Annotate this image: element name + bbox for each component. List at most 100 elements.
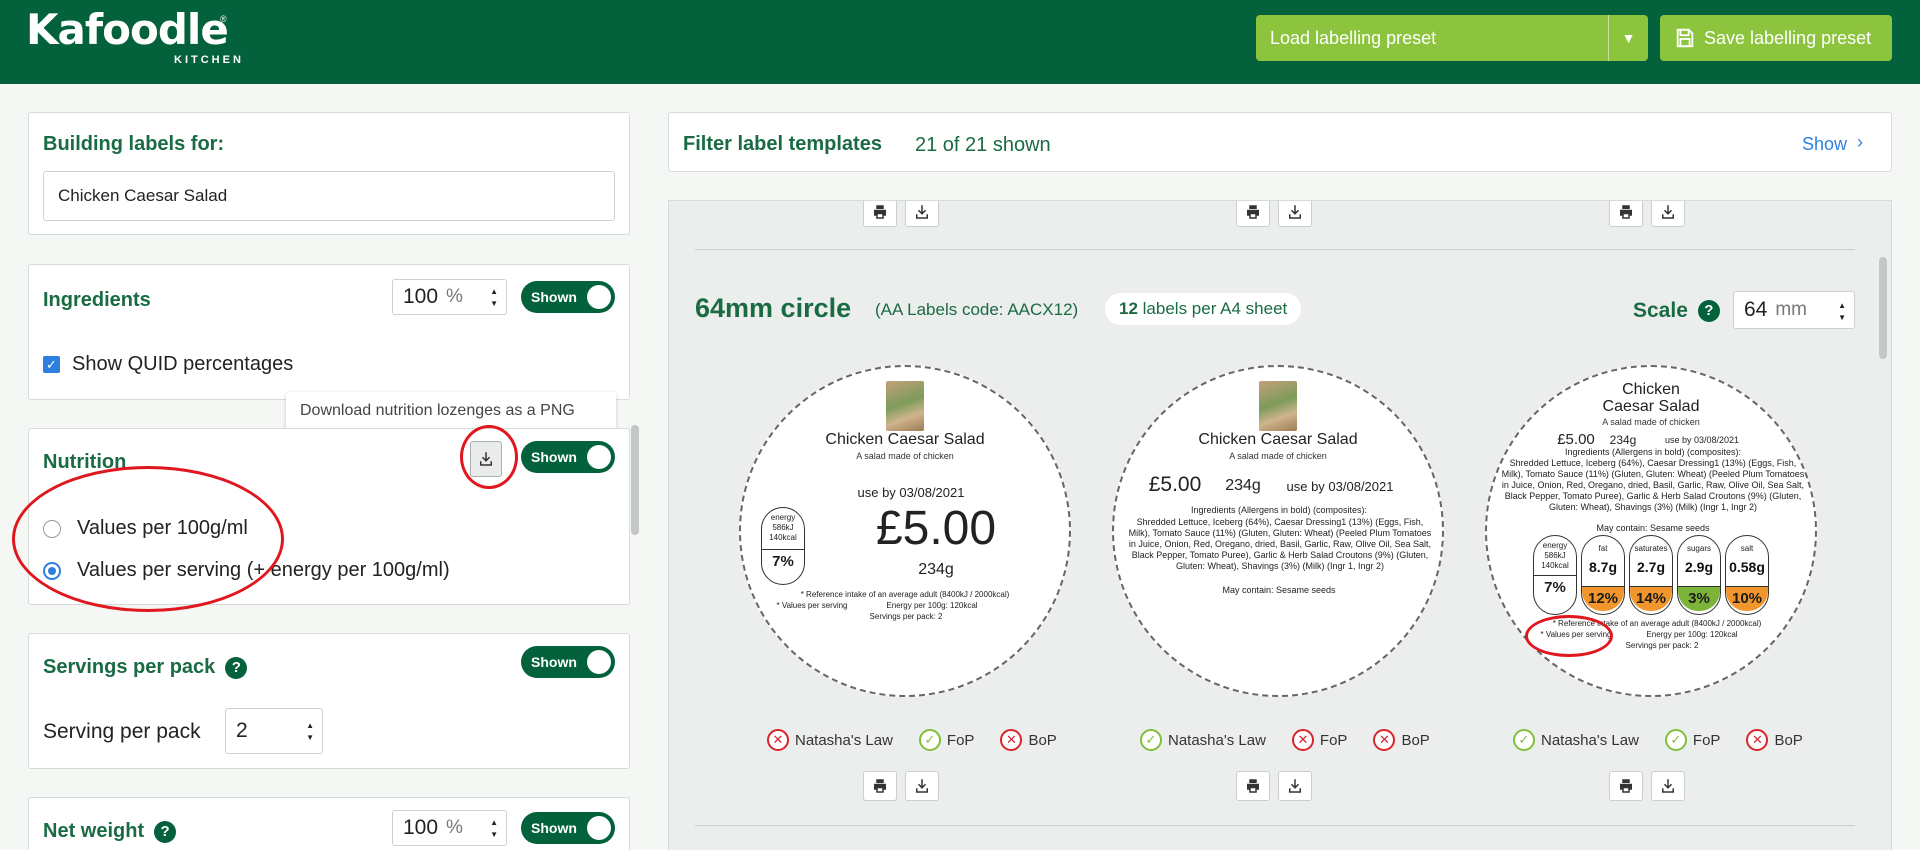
lozenge-kj: 586kJ [1544, 551, 1566, 560]
label-price: £5.00 [1148, 473, 1202, 496]
section-divider [695, 825, 1855, 826]
print-button[interactable] [1609, 201, 1643, 227]
lozenge-value: 0.58g [1729, 559, 1765, 575]
building-labels-title: Building labels for: [43, 133, 225, 155]
product-image [886, 381, 924, 431]
toggle-knob [587, 650, 611, 674]
download-button[interactable] [1651, 771, 1685, 801]
left-scrollbar[interactable] [631, 425, 639, 535]
annotation-circle-download [460, 425, 518, 489]
lozenge-percent: 12% [1582, 586, 1624, 611]
pass-icon: ✓ [1140, 729, 1162, 751]
label-ingredients-text: Shredded Lettuce, Iceberg (64%), Caesar … [1128, 517, 1432, 571]
label-product-name: Chicken Caesar Salad [825, 431, 985, 448]
bop-label: BoP [1028, 731, 1057, 749]
section-divider [695, 249, 1855, 250]
servings-title-row: Servings per pack ? [43, 656, 248, 679]
servings-panel: Servings per pack ? Shown Serving per pa… [28, 633, 630, 769]
print-button[interactable] [863, 201, 897, 227]
label-price: £5.00 [875, 502, 997, 555]
lozenge-name: energy [770, 513, 796, 522]
kafoodle-logo[interactable]: Kafoodle KITCHEN ® [26, 8, 241, 67]
save-preset-button[interactable]: Save labelling preset [1660, 15, 1892, 61]
ingredients-percent-stepper[interactable]: 100 % ▲ ▼ [392, 279, 507, 315]
download-icon [916, 779, 928, 793]
label-preview-1[interactable]: Chicken Caesar Salad A salad made of chi… [739, 365, 1071, 697]
chevron-right-icon[interactable]: › [1857, 132, 1863, 153]
help-icon[interactable]: ? [1697, 300, 1720, 322]
lozenge-value: 2.9g [1684, 559, 1713, 575]
label-use-by: use by 03/08/2021 [857, 485, 965, 500]
filter-show-link[interactable]: Show [1802, 134, 1847, 155]
print-button[interactable] [1609, 771, 1643, 801]
lozenge-value: 8.7g [1588, 559, 1617, 575]
download-button[interactable] [905, 771, 939, 801]
help-icon[interactable]: ? [225, 656, 248, 679]
stepper-arrows-icon[interactable]: ▲ ▼ [490, 818, 498, 840]
label-ri-note: * Reference intake of an average adult (… [800, 590, 1010, 599]
lozenge-name: saturates [1634, 544, 1668, 553]
lozenge-kcal: 140kcal [1541, 561, 1569, 570]
servings-stepper[interactable]: 2 ▲ ▼ [225, 708, 323, 754]
salt-lozenge: salt 0.58g 10% [1725, 535, 1769, 615]
label-product-description: A salad made of chicken [1602, 417, 1700, 427]
stepper-arrows-icon[interactable]: ▲ ▼ [306, 721, 314, 743]
energy-lozenge: energy 586kJ 140kcal 7% [761, 507, 805, 585]
download-button[interactable] [1651, 201, 1685, 227]
net-weight-stepper[interactable]: 100 % ▲ ▼ [392, 810, 507, 846]
net-weight-unit: % [446, 817, 463, 838]
recipe-name-input[interactable]: Chicken Caesar Salad [43, 171, 615, 221]
templates-scrollbar[interactable] [1879, 257, 1887, 359]
lozenge-percent: 7% [762, 549, 804, 574]
labels-per-sheet-text: labels per A4 sheet [1142, 299, 1288, 318]
print-button[interactable] [1236, 771, 1270, 801]
download-button[interactable] [905, 201, 939, 227]
quid-checkbox-row[interactable]: ✓ Show QUID percentages [43, 353, 293, 376]
scale-stepper[interactable]: 64 mm ▲ ▼ [1733, 291, 1855, 329]
stepper-arrows-icon[interactable]: ▲ ▼ [1838, 301, 1846, 323]
label-product-name-line2: Caesar Salad [1602, 398, 1700, 415]
label-weight: 234g [918, 561, 954, 578]
save-preset-label: Save labelling preset [1704, 27, 1872, 48]
lozenge-percent: 7% [1534, 575, 1576, 600]
download-icon [1662, 779, 1674, 793]
print-icon [874, 779, 886, 793]
label-servings-per-pack: Servings per pack: 2 [869, 612, 943, 621]
print-button[interactable] [1236, 201, 1270, 227]
quid-checkbox[interactable]: ✓ [43, 356, 60, 373]
label-weight: 234g [1225, 477, 1261, 494]
print-icon [1620, 205, 1632, 219]
help-icon[interactable]: ? [154, 820, 177, 843]
pass-icon: ✓ [1664, 729, 1687, 751]
label-values-per-serving: * Values per serving [776, 601, 848, 610]
download-button[interactable] [1278, 771, 1312, 801]
building-labels-panel: Building labels for: Chicken Caesar Sala… [28, 112, 630, 235]
ingredients-panel: Ingredients 100 % ▲ ▼ Shown ✓ Show QUID p… [28, 264, 630, 400]
label-product-description: A salad made of chicken [1229, 451, 1327, 461]
servings-toggle[interactable]: Shown [521, 646, 615, 678]
ingredients-title: Ingredients [43, 289, 151, 311]
download-button[interactable] [1278, 201, 1312, 227]
ingredients-toggle[interactable]: Shown [521, 281, 615, 313]
print-button[interactable] [863, 771, 897, 801]
label-ingredients-heading: Ingredients (Allergens in bold) (composi… [1190, 505, 1368, 515]
bop-label: BoP [1774, 731, 1803, 749]
ingredients-percent-unit: % [446, 286, 463, 307]
toggle-knob [587, 816, 611, 840]
nutrition-toggle[interactable]: Shown [521, 441, 615, 473]
servings-label: Serving per pack [43, 720, 201, 743]
scale-value: 64 [1744, 298, 1768, 321]
stepper-arrows-icon[interactable]: ▲ ▼ [490, 287, 498, 309]
net-weight-value: 100 [403, 816, 439, 839]
label-may-contain: May contain: Sesame seeds [1222, 585, 1336, 595]
quid-label: Show QUID percentages [72, 353, 294, 375]
net-weight-title-row: Net weight ? [43, 820, 177, 843]
sugars-lozenge: sugars 2.9g 3% [1677, 535, 1721, 615]
label-preview-2[interactable]: Chicken Caesar Salad A salad made of chi… [1112, 365, 1444, 697]
scale-label: Scale [1633, 299, 1688, 322]
chevron-down-icon[interactable]: ▼ [1608, 15, 1648, 61]
load-preset-select[interactable]: Load labelling preset ▼ [1256, 15, 1648, 61]
net-weight-toggle[interactable]: Shown [521, 812, 615, 844]
product-image [1259, 381, 1297, 431]
label-3-status: ✓ Natasha's Law ✓ FoP ✕ BoP [1513, 729, 1803, 751]
